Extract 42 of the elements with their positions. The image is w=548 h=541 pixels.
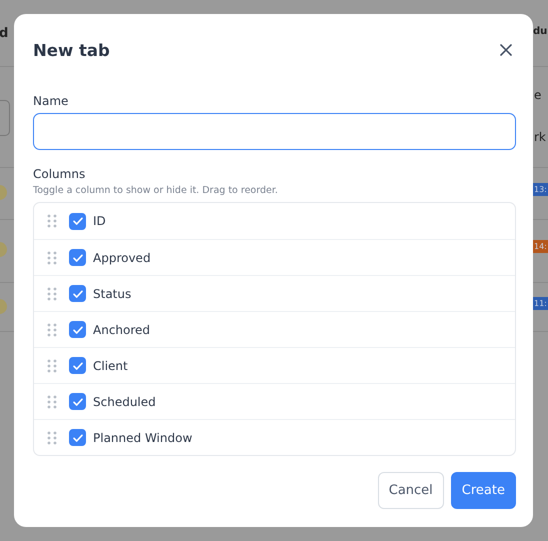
checkbox[interactable] (69, 321, 86, 338)
hint-text: Toggle a column to show or hide it. Drag to reorder. (33, 185, 279, 196)
time-badge: 11: (533, 297, 548, 310)
check-icon (72, 252, 84, 264)
column-label: Status (93, 286, 132, 300)
check-icon (72, 432, 84, 444)
checkbox[interactable] (69, 249, 86, 266)
check-icon (72, 324, 84, 336)
section-label: Columns (33, 167, 86, 181)
name-input[interactable] (33, 113, 516, 150)
checkbox[interactable] (69, 357, 86, 374)
time-badge: 13: (533, 183, 548, 196)
checkbox[interactable] (69, 429, 86, 446)
check-icon (72, 360, 84, 372)
column-label: Approved (93, 250, 151, 264)
check-icon (72, 215, 84, 227)
column-label: ID (93, 214, 106, 228)
time-badge: 14: (533, 240, 548, 253)
drag-handle-icon[interactable] (47, 250, 57, 264)
drag-handle-icon[interactable] (47, 430, 57, 444)
checkbox[interactable] (69, 285, 86, 302)
check-icon (72, 288, 84, 300)
create-button[interactable]: Create (450, 472, 516, 509)
drag-handle-icon[interactable] (47, 214, 57, 228)
column-label: Planned Window (93, 430, 192, 444)
column-label: Scheduled (93, 394, 156, 408)
cancel-button[interactable]: Cancel (378, 472, 444, 509)
dialog-title: New tab (33, 40, 110, 60)
drag-handle-icon[interactable] (47, 394, 57, 408)
drag-handle-icon[interactable] (47, 322, 57, 336)
checkbox[interactable] (69, 212, 86, 230)
field-label: Name (33, 94, 70, 108)
close-icon (498, 42, 514, 58)
checkbox[interactable] (69, 393, 86, 410)
drag-handle-icon[interactable] (47, 358, 57, 372)
drag-handle-icon[interactable] (47, 286, 57, 300)
column-label: Anchored (93, 322, 150, 336)
check-icon (72, 396, 84, 408)
cell-text: rk (534, 130, 546, 144)
column-label: Client (93, 358, 128, 372)
cell-text: e (534, 88, 542, 102)
column-header: du (533, 26, 548, 37)
